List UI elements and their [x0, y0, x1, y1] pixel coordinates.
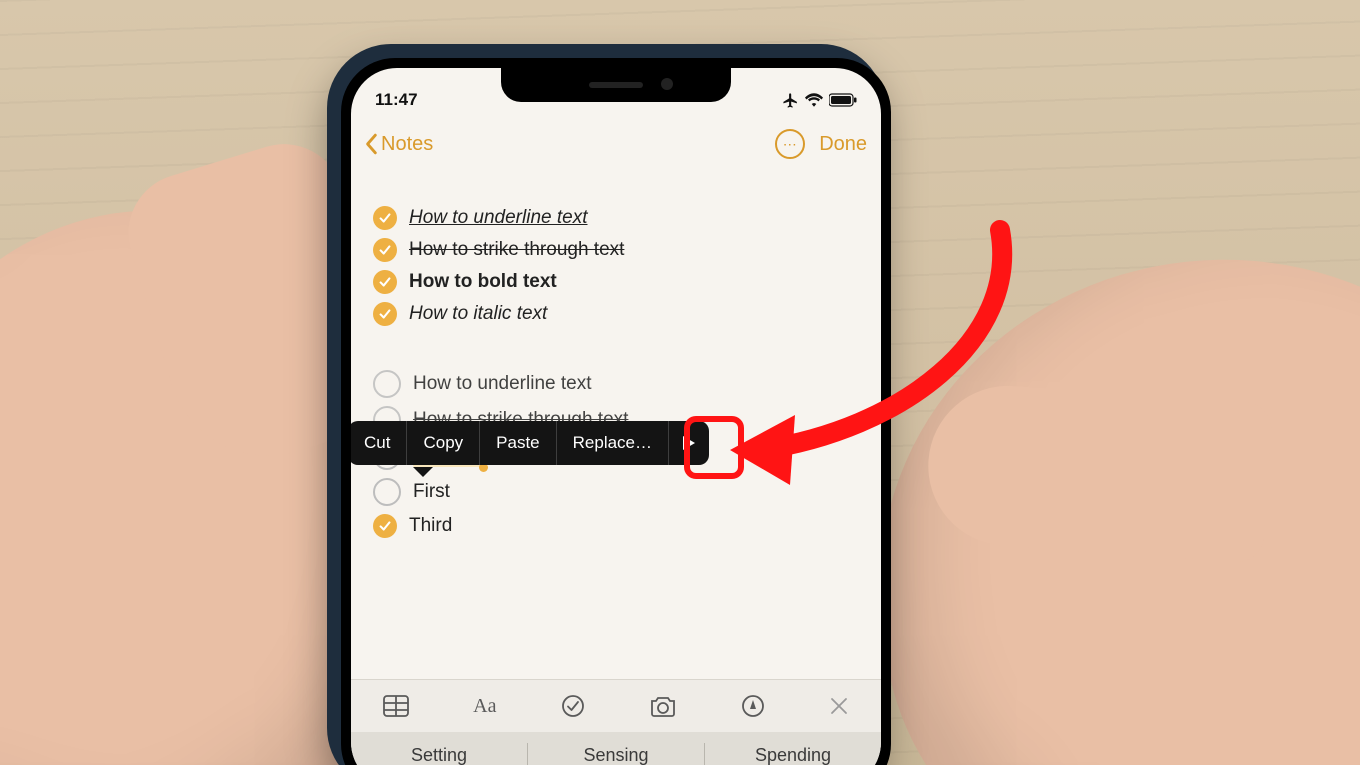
- checklist-text[interactable]: How to italic text: [409, 303, 547, 325]
- checklist-text[interactable]: How to bold text: [409, 271, 557, 293]
- table-icon: [383, 695, 409, 717]
- predictive-bar: Setting Sensing Spending: [351, 732, 881, 765]
- checklist-text[interactable]: How to strike through text: [409, 239, 624, 261]
- checklist-button[interactable]: [561, 694, 585, 718]
- checkbox-checked-icon[interactable]: [373, 302, 397, 326]
- scene: 11:47 Notes ⋯: [0, 0, 1360, 765]
- checklist-text[interactable]: How to underline text: [409, 207, 588, 229]
- checklist-row[interactable]: Third: [373, 514, 859, 538]
- checklist-row[interactable]: How to underline text: [373, 206, 859, 230]
- back-button[interactable]: Notes: [365, 133, 433, 156]
- checklist-row[interactable]: How to bold text: [373, 270, 859, 294]
- checklist-text[interactable]: How to underline text: [413, 373, 592, 395]
- battery-icon: [829, 93, 857, 107]
- checklist-row[interactable]: First: [373, 478, 859, 506]
- checklist-text[interactable]: First: [413, 481, 450, 503]
- menu-copy[interactable]: Copy: [407, 421, 480, 465]
- close-icon: [829, 696, 849, 716]
- more-button[interactable]: ⋯: [775, 129, 805, 159]
- table-button[interactable]: [383, 695, 409, 717]
- camera-button[interactable]: [649, 695, 677, 717]
- checklist-row-obscured[interactable]: How to underline text: [373, 370, 859, 398]
- checkbox-unchecked-icon[interactable]: [373, 478, 401, 506]
- keyboard-toolbar: Aa: [351, 679, 881, 732]
- checkbox-unchecked-icon[interactable]: [373, 370, 401, 398]
- checklist-text[interactable]: Third: [409, 515, 452, 537]
- menu-paste[interactable]: Paste: [480, 421, 556, 465]
- status-time: 11:47: [375, 90, 418, 110]
- wifi-icon: [805, 93, 823, 107]
- checklist-icon: [561, 694, 585, 718]
- phone-notch-icon: [501, 68, 731, 102]
- prediction-button[interactable]: Setting: [351, 745, 527, 765]
- done-button[interactable]: Done: [819, 133, 867, 156]
- checklist-row[interactable]: How to italic text: [373, 302, 859, 326]
- phone-bezel: 11:47 Notes ⋯: [341, 58, 891, 765]
- back-label: Notes: [381, 133, 433, 156]
- chevron-left-icon: [365, 133, 379, 155]
- menu-more-button[interactable]: [669, 421, 709, 465]
- checkbox-checked-icon[interactable]: [373, 270, 397, 294]
- nav-bar: Notes ⋯ Done: [351, 122, 881, 166]
- checklist-row[interactable]: How to strike through text: [373, 238, 859, 262]
- menu-cut[interactable]: Cut: [351, 421, 407, 465]
- menu-replace[interactable]: Replace…: [557, 421, 669, 465]
- menu-pointer-icon: [413, 467, 433, 477]
- prediction-button[interactable]: Spending: [705, 745, 881, 765]
- close-toolbar-button[interactable]: [829, 696, 849, 716]
- text-edit-menu: Cut Copy Paste Replace…: [351, 421, 709, 465]
- phone-screen: 11:47 Notes ⋯: [351, 68, 881, 765]
- text-format-button[interactable]: Aa: [473, 695, 496, 718]
- markup-button[interactable]: [741, 694, 765, 718]
- right-hand: [848, 226, 1360, 765]
- airplane-mode-icon: [782, 92, 799, 109]
- checkbox-checked-icon[interactable]: [373, 206, 397, 230]
- checkbox-checked-icon[interactable]: [373, 238, 397, 262]
- prediction-button[interactable]: Sensing: [528, 745, 704, 765]
- ellipsis-icon: ⋯: [783, 137, 798, 151]
- status-icons: [782, 92, 857, 109]
- phone-frame: 11:47 Notes ⋯: [327, 44, 885, 765]
- markup-icon: [741, 694, 765, 718]
- checkbox-checked-icon[interactable]: [373, 514, 397, 538]
- camera-icon: [649, 695, 677, 717]
- triangle-right-icon: [683, 436, 695, 450]
